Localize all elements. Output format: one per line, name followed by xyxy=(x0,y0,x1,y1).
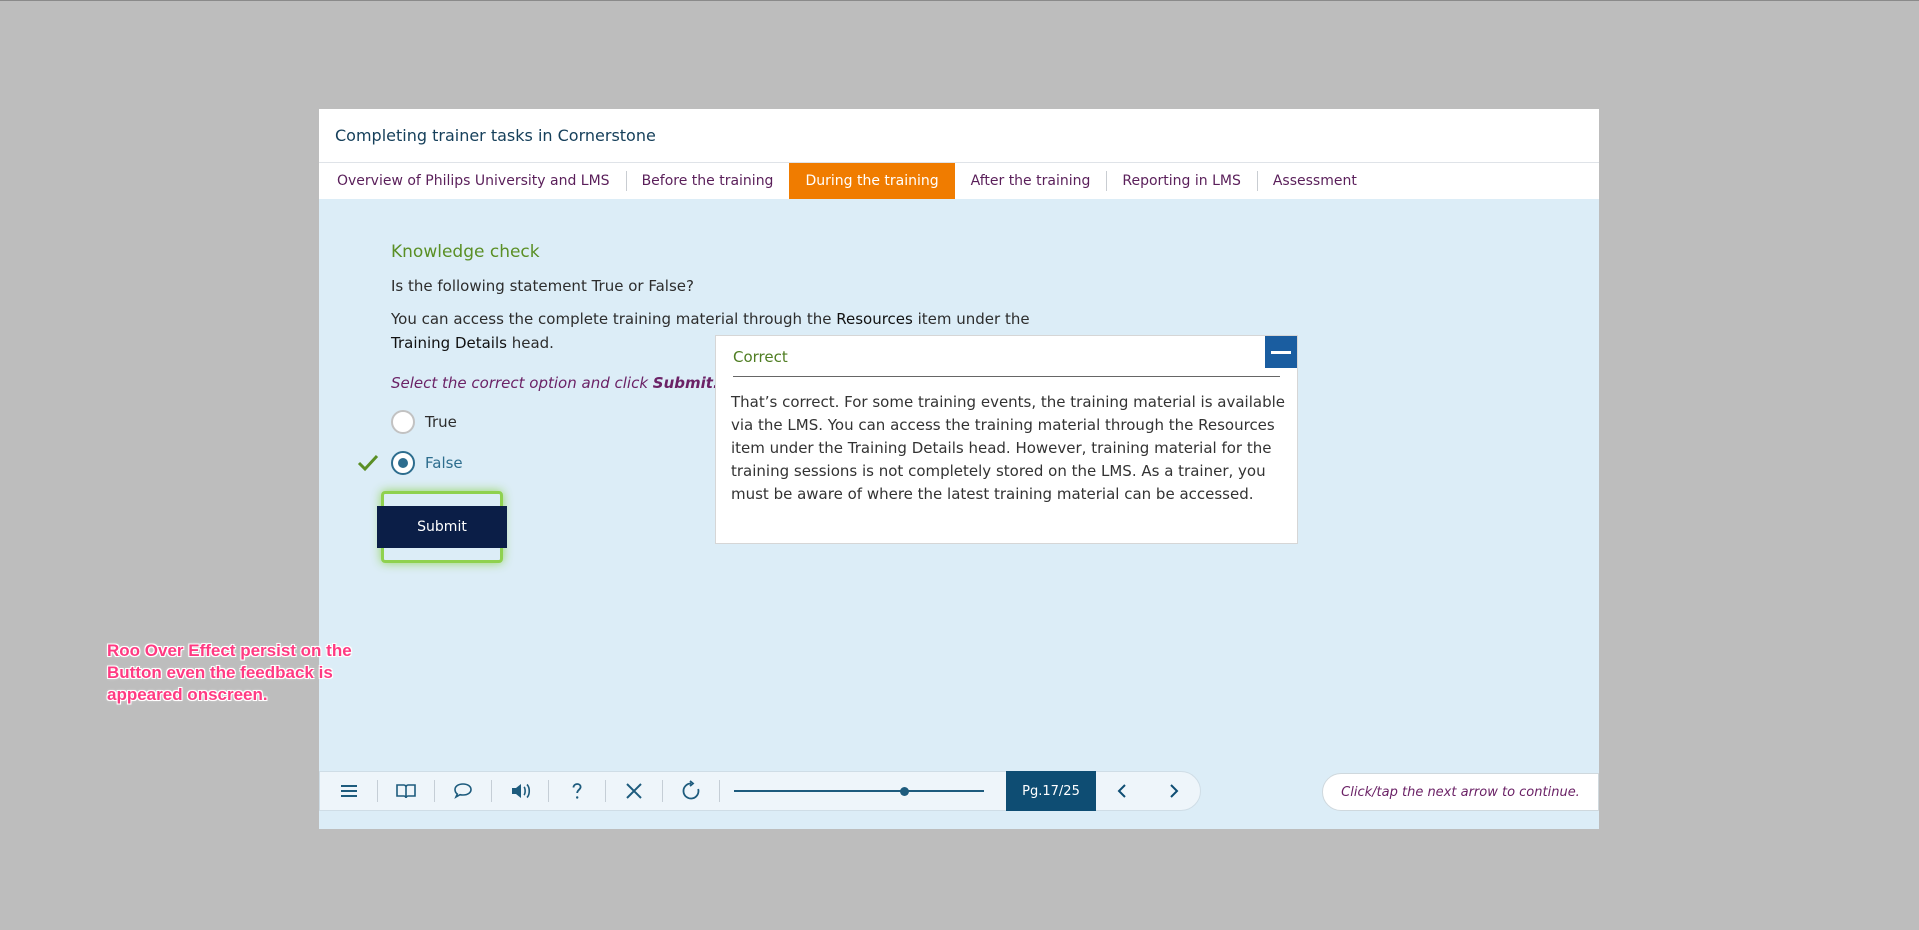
tab-assessment[interactable]: Assessment xyxy=(1256,163,1373,199)
previous-button[interactable] xyxy=(1096,771,1148,811)
chevron-right-icon xyxy=(1170,784,1179,798)
tab-before-training[interactable]: Before the training xyxy=(625,163,790,199)
page-indicator: Pg. 17/25 xyxy=(1006,771,1096,811)
toolbar-divider xyxy=(719,780,720,802)
progress-knob[interactable] xyxy=(900,787,909,796)
feedback-text: That’s correct. For some training events… xyxy=(731,393,1286,503)
radio-true[interactable] xyxy=(391,410,415,434)
option-true[interactable]: True xyxy=(391,410,457,434)
menu-icon xyxy=(340,785,357,797)
knowledge-check-title: Knowledge check xyxy=(391,242,540,262)
reload-icon xyxy=(682,780,699,800)
next-button[interactable] xyxy=(1148,771,1200,811)
minus-icon xyxy=(1271,350,1291,354)
chevron-left-icon xyxy=(1117,784,1126,798)
tab-reporting[interactable]: Reporting in LMS xyxy=(1106,163,1257,199)
help-icon xyxy=(572,783,582,799)
glossary-button[interactable] xyxy=(377,771,434,811)
option-false[interactable]: False xyxy=(391,451,463,475)
question-text: Is the following statement True or False… xyxy=(391,277,694,295)
help-button[interactable] xyxy=(548,771,605,811)
course-player: Completing trainer tasks in Cornerstone … xyxy=(319,109,1599,829)
minimize-button[interactable] xyxy=(1265,336,1297,368)
feedback-divider xyxy=(733,376,1280,377)
statement-term-training-details: Training Details xyxy=(391,334,507,352)
tab-during-training[interactable]: During the training xyxy=(789,163,955,199)
progress-track xyxy=(734,790,984,792)
submit-button[interactable]: Submit xyxy=(377,506,507,548)
transcript-button[interactable] xyxy=(434,771,491,811)
speech-bubble-icon xyxy=(453,783,472,799)
feedback-panel: Correct That’s correct. For some trainin… xyxy=(715,335,1298,544)
menu-button[interactable] xyxy=(320,771,377,811)
progress-slider[interactable] xyxy=(734,771,996,811)
radio-false[interactable] xyxy=(391,451,415,475)
submit-hover-highlight: Submit xyxy=(377,491,507,563)
feedback-title: Correct xyxy=(733,348,788,366)
statement-term-resources: Resources xyxy=(836,310,913,328)
book-icon xyxy=(395,784,416,799)
review-annotation: Roo Over Effect persist on the Button ev… xyxy=(107,641,352,704)
continue-hint: Click/tap the next arrow to continue. xyxy=(1322,773,1599,811)
player-toolbar: Pg. 17/25 xyxy=(319,771,1201,811)
module-tabs: Overview of Philips University and LMS B… xyxy=(319,163,1599,199)
instruction-text: Select the correct option and click Subm… xyxy=(391,374,719,392)
correct-checkmark-icon xyxy=(357,454,379,472)
speaker-icon xyxy=(511,783,530,799)
tab-after-training[interactable]: After the training xyxy=(955,163,1107,199)
replay-button[interactable] xyxy=(662,771,719,811)
exit-button[interactable] xyxy=(605,771,662,811)
option-true-label: True xyxy=(425,413,457,431)
audio-button[interactable] xyxy=(491,771,548,811)
option-false-label: False xyxy=(425,454,463,472)
close-icon xyxy=(625,783,642,799)
tab-overview[interactable]: Overview of Philips University and LMS xyxy=(321,163,626,199)
course-title: Completing trainer tasks in Cornerstone xyxy=(335,126,656,145)
course-header: Completing trainer tasks in Cornerstone xyxy=(319,109,1599,163)
